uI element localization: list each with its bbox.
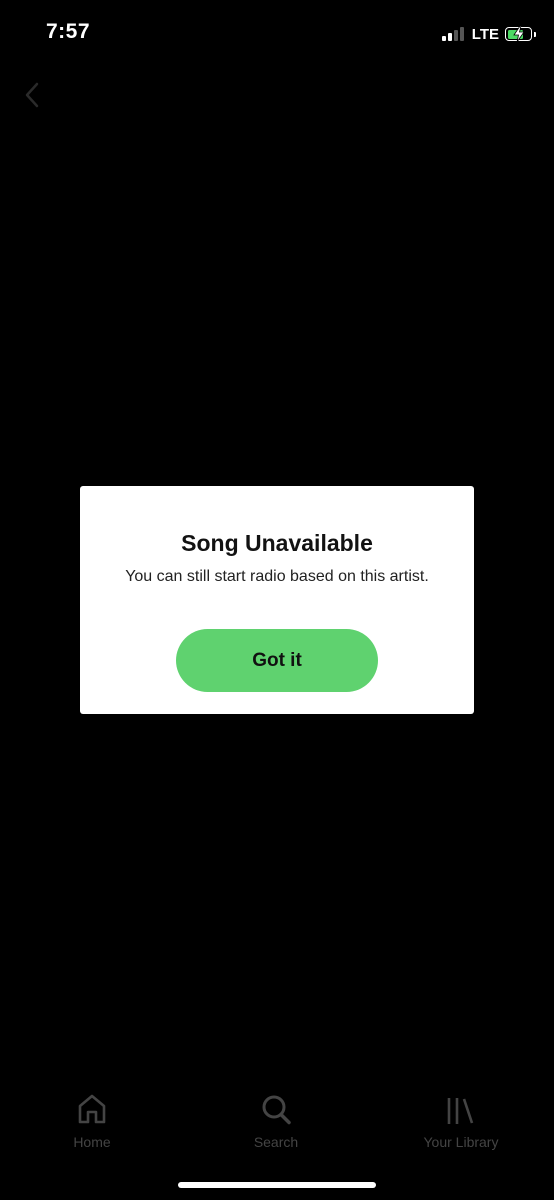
nav-label-search: Search [253,1134,299,1150]
home-indicator[interactable] [178,1182,376,1188]
chevron-left-icon [25,82,39,108]
dialog-title: Song Unavailable [181,530,373,556]
search-icon [262,1095,291,1125]
battery-cap [533,31,536,37]
network-type: LTE [471,25,499,43]
nav-item-search[interactable]: Search [196,1090,356,1154]
status-indicators: LTE [441,24,536,44]
nav-label-your-library: Your Library [423,1134,499,1150]
nav-item-your-library[interactable]: Your Library [381,1090,541,1154]
home-icon [78,1094,106,1124]
got-it-button[interactable]: Got it [176,629,378,692]
nav-label-home: Home [73,1134,111,1150]
song-unavailable-dialog: Song Unavailable You can still start rad… [80,486,474,714]
library-icon [447,1098,474,1124]
back-button[interactable] [18,78,48,112]
status-time: 7:57 [46,20,91,43]
cellular-signal-icon [441,27,466,41]
charging-bolt-icon [513,26,525,42]
nav-item-home[interactable]: Home [12,1090,172,1154]
status-bar: 7:57 LTE [0,0,554,66]
dialog-message: You can still start radio based on this … [125,568,429,585]
battery-icon [505,26,536,42]
bottom-nav: Home Search Your Library [0,1090,554,1160]
